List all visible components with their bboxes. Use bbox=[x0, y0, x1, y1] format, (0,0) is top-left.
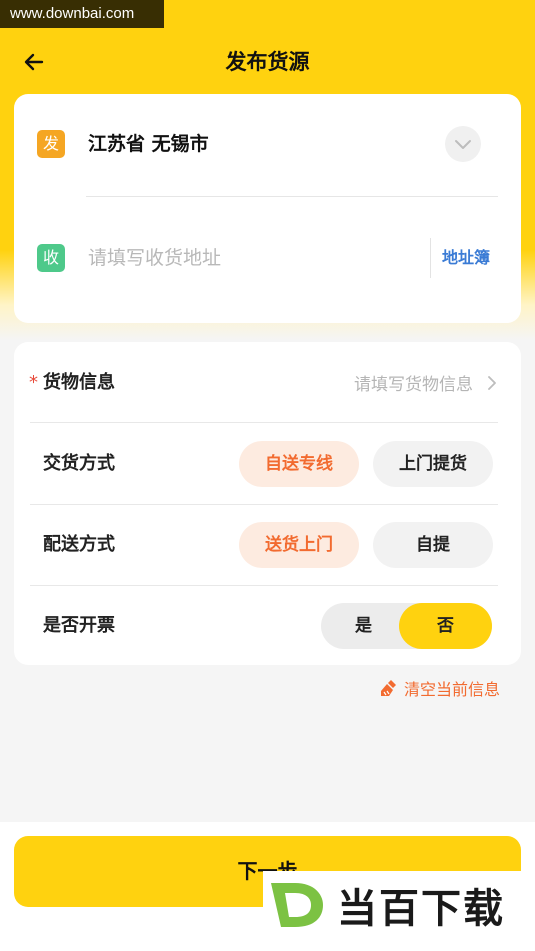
cargo-info-placeholder: 请填写货物信息 bbox=[354, 375, 473, 395]
expand-address-button[interactable] bbox=[445, 126, 481, 162]
option-pickup[interactable]: 上门提货 bbox=[373, 441, 493, 487]
brand-logo-icon bbox=[271, 883, 323, 927]
address-book-link[interactable]: 地址簿 bbox=[442, 244, 490, 272]
invoice-yes-option[interactable]: 是 bbox=[321, 603, 406, 649]
receive-tag: 收 bbox=[37, 244, 65, 272]
handover-method-label: 交货方式 bbox=[43, 453, 115, 474]
invoice-row: 是否开票 是 否 bbox=[14, 585, 521, 666]
invoice-toggle[interactable]: 是 否 bbox=[321, 603, 492, 649]
invoice-no-option[interactable]: 否 bbox=[399, 603, 492, 649]
handover-method-row: 交货方式 自送专线 上门提货 bbox=[14, 423, 521, 504]
clear-info-link[interactable]: 清空当前信息 bbox=[380, 676, 500, 700]
required-mark: * bbox=[29, 372, 38, 393]
from-address[interactable]: 江苏省 无锡市 bbox=[88, 130, 209, 158]
brand-watermark: 当百下载 bbox=[263, 871, 535, 939]
receive-address-input[interactable] bbox=[88, 242, 418, 274]
brand-text: 当百下载 bbox=[337, 886, 505, 932]
option-self-delivery[interactable]: 自送专线 bbox=[239, 441, 359, 487]
delivery-method-label: 配送方式 bbox=[43, 534, 115, 555]
chevron-down-icon bbox=[455, 140, 471, 149]
broom-icon bbox=[380, 679, 398, 697]
cargo-info-row[interactable]: * 货物信息 请填写货物信息 bbox=[14, 342, 521, 423]
send-tag: 发 bbox=[37, 130, 65, 158]
site-watermark: www.downbai.com bbox=[0, 0, 164, 28]
address-card: 发 江苏省 无锡市 收 地址簿 bbox=[14, 94, 521, 323]
delivery-method-row: 配送方式 送货上门 自提 bbox=[14, 504, 521, 585]
nav-header: 发布货源 bbox=[0, 40, 535, 84]
cargo-info-link[interactable]: 请填写货物信息 bbox=[354, 342, 497, 423]
cargo-info-card: * 货物信息 请填写货物信息 交货方式 自送专线 上门提货 配送方式 送货上门 … bbox=[14, 342, 521, 665]
address-book-divider bbox=[430, 238, 431, 278]
chevron-right-icon bbox=[488, 375, 496, 390]
invoice-label: 是否开票 bbox=[43, 615, 115, 636]
cargo-info-label: 货物信息 bbox=[43, 372, 115, 393]
address-divider bbox=[86, 196, 498, 197]
option-self-pickup[interactable]: 自提 bbox=[373, 522, 493, 568]
clear-info-label: 清空当前信息 bbox=[403, 680, 500, 699]
option-door-delivery[interactable]: 送货上门 bbox=[239, 522, 359, 568]
page-title: 发布货源 bbox=[225, 50, 310, 74]
